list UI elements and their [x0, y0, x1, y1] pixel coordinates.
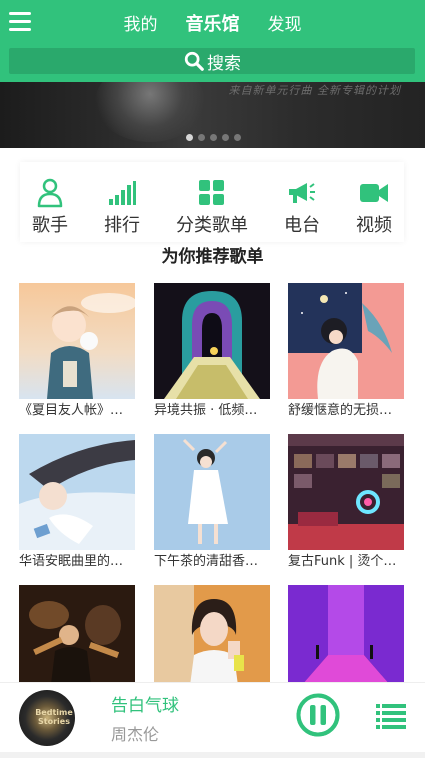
banner-carousel[interactable]: 来自新单元行曲 全新专辑的计划	[0, 82, 425, 148]
banner-caption: 来自新单元行曲 全新专辑的计划	[228, 84, 401, 97]
search-label: 搜索	[207, 53, 241, 74]
carousel-dot[interactable]	[234, 134, 241, 141]
category-label: 电台	[284, 215, 320, 236]
playlist-cover	[154, 283, 270, 399]
grid-icon	[199, 178, 225, 208]
bottom-edge	[0, 752, 425, 758]
tab-music-hall[interactable]: 音乐馆	[172, 11, 254, 39]
top-header: 我的 音乐馆 发现 搜索	[0, 0, 425, 82]
category-playlists[interactable]: 分类歌单	[176, 162, 248, 242]
playlist-card[interactable]: 异境共振 · 低频…	[154, 283, 270, 419]
playlist-title: 舒缓惬意的无损…	[288, 403, 393, 418]
playlist-card[interactable]: 华语安眠曲里的…	[19, 434, 135, 570]
playlist-cover	[19, 434, 135, 550]
signal-bars-icon	[108, 178, 136, 208]
album-art-text: Bedtime Stories	[35, 708, 73, 726]
search-icon	[184, 51, 204, 71]
carousel-dot[interactable]	[222, 134, 229, 141]
tab-mine[interactable]: 我的	[110, 11, 172, 39]
person-icon	[37, 178, 63, 208]
list-icon	[376, 704, 406, 729]
mini-player[interactable]: Bedtime Stories 告白气球 周杰伦	[0, 682, 425, 752]
playlist-title: 异境共振 · 低频…	[154, 403, 258, 418]
tab-discover[interactable]: 发现	[254, 11, 316, 39]
carousel-dot[interactable]	[210, 134, 217, 141]
playlist-title: 《夏目友人帐》…	[19, 403, 124, 418]
section-title: 为你推荐歌单	[161, 247, 264, 267]
category-video[interactable]: 视频	[356, 162, 392, 242]
album-art[interactable]: Bedtime Stories	[19, 690, 75, 746]
playlist-queue-button[interactable]	[376, 703, 406, 729]
category-singer[interactable]: 歌手	[32, 162, 68, 242]
playlist-cover	[19, 283, 135, 399]
category-radio[interactable]: 电台	[284, 162, 320, 242]
playlist-cover	[288, 283, 404, 399]
playlist-card[interactable]: 复古Funk | 烫个…	[288, 434, 404, 570]
song-title: 告白气球	[111, 696, 179, 716]
pause-button[interactable]	[296, 693, 340, 737]
category-label: 视频	[356, 215, 392, 236]
nav-tabs: 我的 音乐馆 发现	[0, 11, 425, 39]
playlist-cover	[288, 434, 404, 550]
category-label: 分类歌单	[176, 215, 248, 236]
category-label: 歌手	[32, 215, 68, 236]
banner-image	[95, 82, 205, 142]
playlist-card[interactable]: 《夏目友人帐》…	[19, 283, 135, 419]
playlist-card[interactable]: 下午茶的清甜香…	[154, 434, 270, 570]
category-rank[interactable]: 排行	[104, 162, 140, 242]
pause-icon	[296, 693, 340, 737]
category-label: 排行	[104, 215, 140, 236]
carousel-dot[interactable]	[186, 134, 193, 141]
playlist-title: 复古Funk | 烫个…	[288, 554, 397, 569]
video-camera-icon	[360, 178, 388, 208]
playlist-title: 华语安眠曲里的…	[19, 554, 124, 569]
megaphone-icon	[288, 178, 316, 208]
singer-name: 周杰伦	[111, 725, 160, 744]
playlist-title: 下午茶的清甜香…	[154, 554, 259, 569]
carousel-dot[interactable]	[198, 134, 205, 141]
playlist-cover	[154, 434, 270, 550]
category-nav: 歌手 排行 分类歌单 电台 视频	[20, 162, 404, 242]
search-bar[interactable]: 搜索	[9, 48, 415, 74]
carousel-indicator	[186, 134, 241, 141]
playlist-card[interactable]: 舒缓惬意的无损…	[288, 283, 404, 419]
